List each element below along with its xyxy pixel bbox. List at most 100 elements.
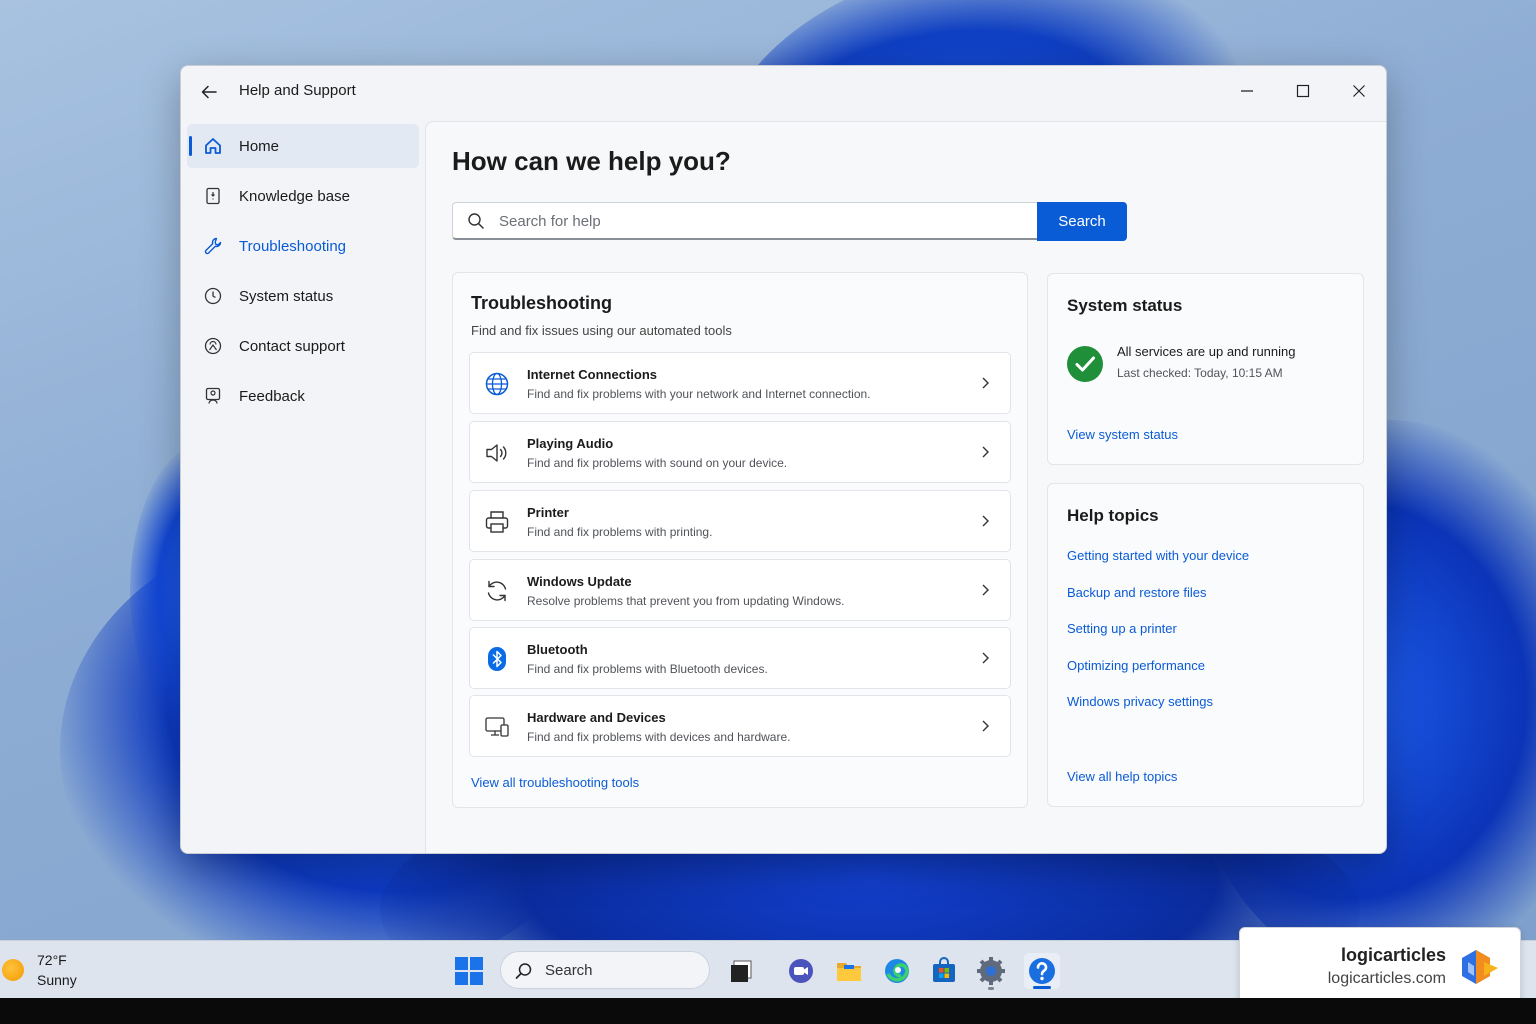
chevron-right-icon: [982, 515, 989, 527]
chevron-right-icon: [982, 584, 989, 596]
status-last-checked: Last checked: Today, 10:15 AM: [1117, 366, 1283, 380]
view-all-help-topics-link[interactable]: View all help topics: [1067, 769, 1177, 784]
troubleshooter-printer[interactable]: Printer Find and fix problems with print…: [469, 490, 1011, 552]
help-app-button[interactable]: [1024, 953, 1060, 989]
chevron-right-icon: [982, 377, 989, 389]
help-topic-link[interactable]: Getting started with your device: [1067, 548, 1249, 563]
sidebar-item-system-status[interactable]: System status: [187, 274, 419, 318]
troubleshooter-description: Find and fix problems with printing.: [527, 525, 713, 539]
sidebar-item-feedback[interactable]: Feedback: [187, 374, 419, 418]
help-topic-link[interactable]: Windows privacy settings: [1067, 694, 1213, 709]
brand-name: logicarticles: [1340, 945, 1446, 965]
sun-icon[interactable]: [2, 959, 24, 981]
troubleshooter-description: Find and fix problems with your network …: [527, 387, 871, 401]
weather-condition[interactable]: Sunny: [37, 972, 77, 988]
troubleshooter-playing-audio[interactable]: Playing Audio Find and fix problems with…: [469, 421, 1011, 483]
printer-icon: [485, 511, 509, 533]
screen-bottom-edge: [0, 998, 1536, 1024]
sync-icon: [487, 580, 507, 602]
help-and-support-window: Help and Support Home Knowledge base Tro…: [180, 65, 1387, 854]
brand-logo-icon: [1462, 950, 1498, 984]
speaker-icon: [486, 444, 507, 462]
troubleshooter-description: Find and fix problems with devices and h…: [527, 730, 791, 744]
sidebar-item-contact-support[interactable]: Contact support: [187, 324, 419, 368]
help-topic-link[interactable]: Backup and restore files: [1067, 585, 1206, 600]
windows-start-icon[interactable]: [454, 956, 484, 986]
settings-button[interactable]: [973, 953, 1009, 989]
check-circle-icon: [1067, 346, 1103, 382]
task-view-button[interactable]: [723, 953, 759, 989]
search-box[interactable]: [452, 202, 1038, 240]
troubleshooter-name: Playing Audio: [527, 436, 614, 451]
status-message: All services are up and running: [1117, 344, 1296, 359]
chevron-right-icon: [982, 652, 989, 664]
view-all-troubleshooting-link[interactable]: View all troubleshooting tools: [471, 775, 639, 790]
sidebar-nav: Home Knowledge base Troubleshooting Syst…: [181, 124, 425, 424]
wrench-icon: [204, 237, 222, 255]
file-explorer-icon: [837, 963, 861, 981]
troubleshooting-subtitle: Find and fix issues using our automated …: [471, 323, 732, 338]
search-input[interactable]: [499, 209, 1019, 233]
troubleshooter-name: Hardware and Devices: [527, 710, 666, 725]
book-icon: [206, 187, 220, 205]
help-topics-title: Help topics: [1067, 506, 1159, 525]
troubleshooting-card: Troubleshooting Find and fix issues usin…: [452, 272, 1028, 808]
troubleshooter-description: Resolve problems that prevent you from u…: [527, 594, 845, 608]
taskbar-search[interactable]: Search: [500, 951, 710, 989]
sidebar-item-knowledge-base[interactable]: Knowledge base: [187, 174, 419, 218]
troubleshooter-internet-connections[interactable]: Internet Connections Find and fix proble…: [469, 352, 1011, 414]
sidebar-item-label: Contact support: [239, 338, 345, 355]
search-icon: [468, 213, 484, 229]
main-content: How can we help you? Search Troubleshoot…: [425, 121, 1386, 853]
brand-url: logicarticles.com: [1327, 970, 1446, 987]
person-circle-icon: [204, 337, 222, 355]
edge-button[interactable]: [879, 953, 915, 989]
sidebar-item-label: Troubleshooting: [239, 238, 347, 255]
troubleshooter-description: Find and fix problems with sound on your…: [527, 456, 788, 470]
edge-icon: [885, 959, 909, 983]
troubleshooter-name: Internet Connections: [527, 367, 658, 382]
troubleshooter-name: Windows Update: [527, 574, 632, 589]
view-system-status-link[interactable]: View system status: [1067, 427, 1178, 442]
close-button[interactable]: [1339, 74, 1379, 108]
sidebar-item-home[interactable]: Home: [187, 124, 419, 168]
troubleshooter-windows-update[interactable]: Windows Update Resolve problems that pre…: [469, 559, 1011, 621]
bluetooth-icon: [488, 647, 506, 671]
weather-temperature[interactable]: 72°F: [37, 952, 67, 968]
task-view-icon: [731, 960, 752, 982]
help-icon: [1029, 958, 1055, 984]
help-active-indicator: [1033, 986, 1051, 989]
sidebar-item-label: Feedback: [239, 388, 305, 405]
file-explorer-button[interactable]: [831, 953, 867, 989]
maximize-button[interactable]: [1283, 74, 1323, 108]
search-button[interactable]: Search: [1037, 202, 1127, 241]
globe-icon: [485, 372, 509, 396]
page-title: How can we help you?: [452, 146, 731, 176]
troubleshooter-bluetooth[interactable]: Bluetooth Find and fix problems with Blu…: [469, 627, 1011, 689]
sidebar-item-troubleshooting[interactable]: Troubleshooting: [187, 224, 419, 268]
help-topic-link[interactable]: Optimizing performance: [1067, 658, 1205, 673]
arrow-left-icon: [201, 85, 217, 99]
maximize-icon: [1296, 84, 1310, 98]
chevron-right-icon: [982, 446, 989, 458]
system-status-title: System status: [1067, 296, 1183, 315]
settings-icon: [977, 957, 1005, 985]
troubleshooter-name: Bluetooth: [527, 642, 588, 657]
chat-button[interactable]: [783, 953, 819, 989]
help-topic-link[interactable]: Setting up a printer: [1067, 621, 1177, 636]
store-icon: [933, 957, 955, 982]
minimize-button[interactable]: [1227, 74, 1267, 108]
taskbar-search-label: Search: [545, 962, 593, 979]
troubleshooter-hardware-and-devices[interactable]: Hardware and Devices Find and fix proble…: [469, 695, 1011, 757]
close-icon: [1353, 85, 1365, 97]
store-button[interactable]: [926, 953, 962, 989]
chat-icon: [789, 959, 813, 983]
clock-icon: [204, 287, 222, 305]
sidebar-item-label: System status: [239, 288, 334, 305]
brand-watermark: logicarticles logicarticles.com: [1239, 927, 1521, 1005]
sidebar-item-label: Knowledge base: [239, 188, 350, 205]
chevron-right-icon: [982, 720, 989, 732]
back-button[interactable]: [195, 78, 223, 106]
title-bar: Help and Support: [181, 66, 1386, 116]
troubleshooter-description: Find and fix problems with Bluetooth dev…: [527, 662, 768, 676]
